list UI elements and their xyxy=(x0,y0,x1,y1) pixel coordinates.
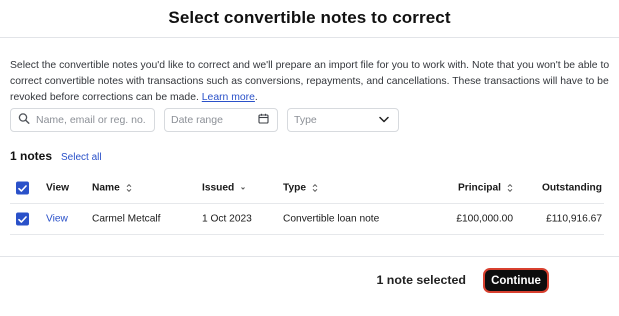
column-issued[interactable]: Issued xyxy=(202,183,246,194)
calendar-icon xyxy=(258,113,269,127)
column-principal-label: Principal xyxy=(457,182,501,194)
search-placeholder: Name, email or reg. no. xyxy=(36,114,146,126)
column-name[interactable]: Name xyxy=(92,183,132,194)
column-issued-label: Issued xyxy=(202,182,235,194)
table-row: View Carmel Metcalf 1 Oct 2023 Convertib… xyxy=(10,204,604,235)
cell-name: Carmel Metcalf xyxy=(92,213,161,225)
search-input[interactable]: Name, email or reg. no. xyxy=(10,108,155,132)
notes-table: View Name Issued Type Principal Outstand… xyxy=(10,173,604,235)
date-range-placeholder: Date range xyxy=(171,114,223,126)
description-text: Select the convertible notes you'd like … xyxy=(10,60,610,103)
continue-button[interactable]: Continue xyxy=(483,268,549,293)
sort-icon xyxy=(126,183,132,193)
description: Select the convertible notes you'd like … xyxy=(10,58,610,106)
column-type-label: Type xyxy=(283,182,307,194)
learn-more-link[interactable]: Learn more xyxy=(202,92,255,103)
sort-icon xyxy=(507,183,513,193)
type-placeholder: Type xyxy=(294,114,317,126)
column-type[interactable]: Type xyxy=(283,183,318,194)
chevron-down-icon xyxy=(379,114,389,126)
search-icon xyxy=(18,113,30,128)
page-title: Select convertible notes to correct xyxy=(168,8,451,27)
notes-count: 1 notes xyxy=(10,149,53,163)
row-select-checkbox[interactable] xyxy=(16,212,29,226)
sort-desc-icon xyxy=(240,184,246,193)
table-header-row: View Name Issued Type Principal Outstand… xyxy=(10,173,604,204)
header-select-checkbox[interactable] xyxy=(16,181,29,195)
column-view: View xyxy=(46,182,70,194)
cell-type: Convertible loan note xyxy=(283,213,380,225)
view-link[interactable]: View xyxy=(46,214,68,225)
modal-header: Select convertible notes to correct xyxy=(0,0,619,38)
column-principal[interactable]: Principal xyxy=(458,183,513,194)
column-name-label: Name xyxy=(92,182,120,194)
sort-icon xyxy=(312,183,318,193)
cell-issued: 1 Oct 2023 xyxy=(202,213,252,225)
checkbox-checked-icon xyxy=(16,212,29,226)
description-end: . xyxy=(254,92,258,103)
results-summary: 1 notes Select all xyxy=(10,149,102,163)
checkbox-checked-icon xyxy=(16,181,29,195)
column-outstanding: Outstanding xyxy=(542,182,602,194)
cell-principal: £100,000.00 xyxy=(456,213,513,225)
selection-count: 1 note selected xyxy=(376,273,466,287)
type-select[interactable]: Type xyxy=(287,108,399,132)
date-range-picker[interactable]: Date range xyxy=(164,108,278,132)
cell-outstanding: £110,916.67 xyxy=(546,213,602,225)
select-all-link[interactable]: Select all xyxy=(61,152,102,163)
